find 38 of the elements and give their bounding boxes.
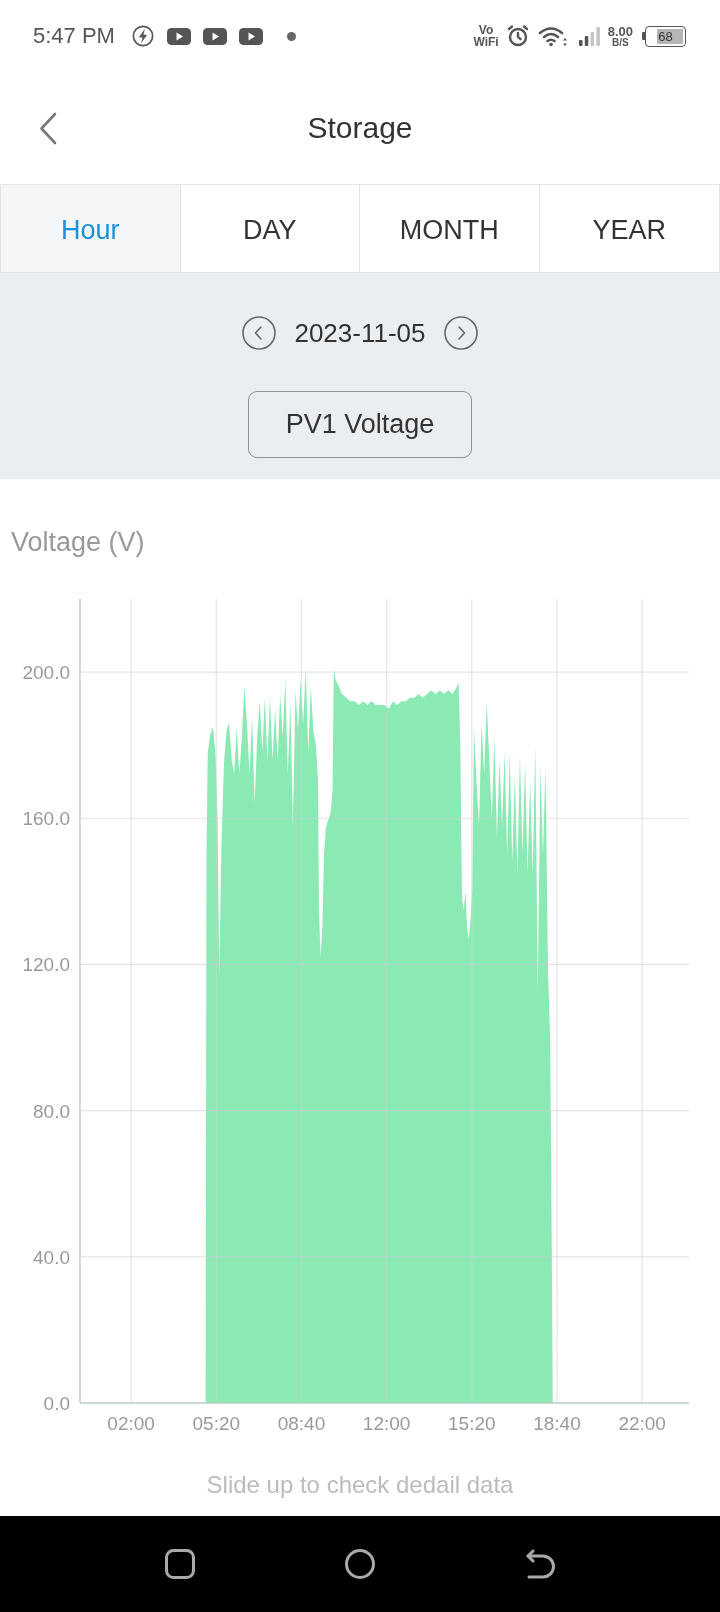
vowifi-label: Vo — [478, 24, 494, 36]
metric-select-button[interactable]: PV1 Voltage — [248, 391, 472, 458]
battery-percent: 68 — [658, 29, 673, 43]
circle-chevron-left-icon[interactable] — [242, 316, 277, 350]
y-tick-label: 40.0 — [33, 1246, 70, 1268]
lightning-circle-icon — [131, 25, 154, 47]
recents-icon[interactable] — [165, 1549, 195, 1579]
signal-bars-icon — [578, 26, 600, 46]
y-tick-label: 160.0 — [22, 808, 70, 830]
play-icon — [238, 27, 263, 45]
y-tick-label: 120.0 — [22, 954, 70, 976]
play-icon — [166, 27, 191, 45]
network-speed-unit: B/S — [612, 37, 629, 48]
play-icon — [202, 27, 227, 45]
alarm-clock-icon — [505, 24, 530, 48]
wifi-icon — [537, 25, 568, 47]
slide-up-hint: Slide up to check dedail data — [206, 1470, 514, 1500]
y-tick-label: 80.0 — [33, 1100, 70, 1122]
back-icon[interactable] — [525, 1549, 555, 1579]
x-tick-label: 22:00 — [618, 1413, 666, 1434]
x-tick-label: 18:40 — [533, 1413, 581, 1434]
page-title: Storage — [307, 113, 413, 143]
home-icon[interactable] — [345, 1549, 375, 1579]
y-axis-title: Voltage (V) — [11, 526, 145, 558]
vowifi-label: WiFi — [473, 36, 499, 48]
x-tick-label: 08:40 — [277, 1413, 326, 1434]
x-tick-label: 12:00 — [362, 1413, 411, 1434]
dot-icon — [286, 31, 296, 41]
circle-chevron-right-icon[interactable] — [443, 316, 478, 350]
date-label: 2023-11-05 — [294, 320, 426, 346]
back-icon[interactable] — [39, 111, 57, 145]
network-speed-value: 8.00 — [607, 24, 633, 38]
x-tick-label: 02:00 — [107, 1413, 155, 1434]
y-tick-label: 200.0 — [22, 662, 70, 684]
status-time: 5:47 PM — [33, 25, 115, 47]
y-tick-label: 0.0 — [43, 1393, 70, 1414]
x-tick-label: 15:20 — [448, 1413, 496, 1434]
x-tick-label: 05:20 — [192, 1413, 241, 1434]
